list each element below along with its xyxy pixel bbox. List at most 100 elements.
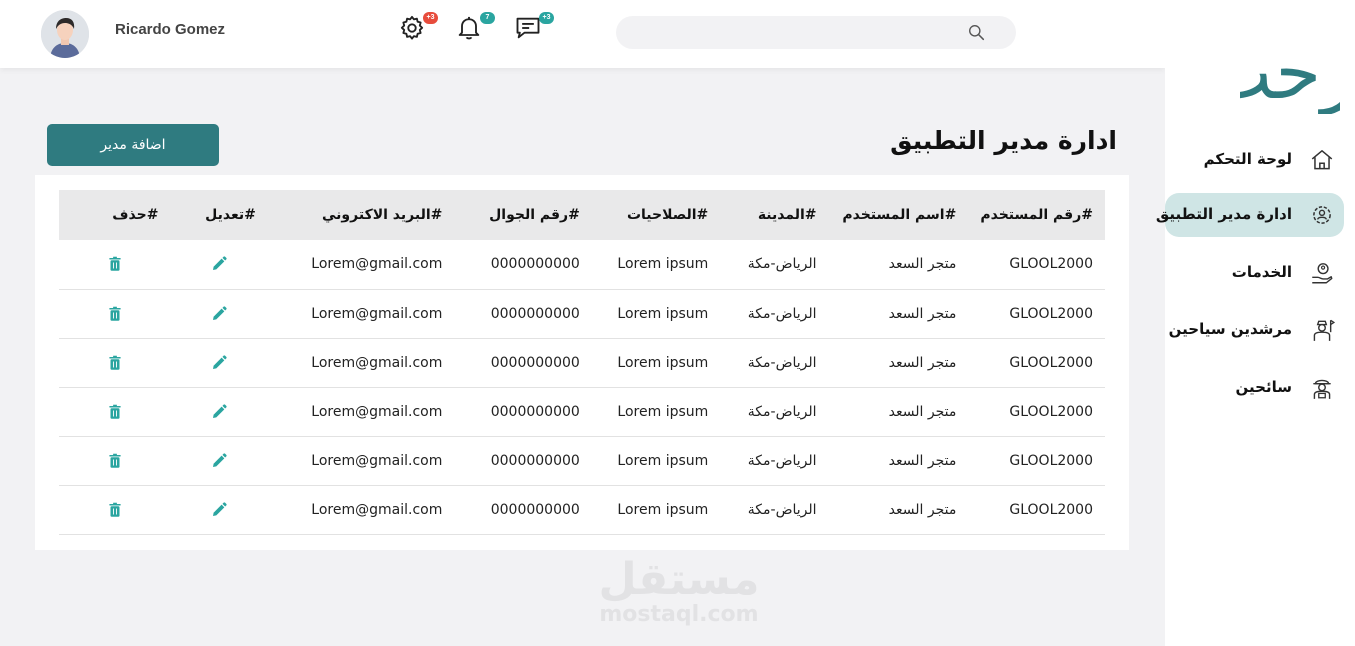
column-header-user-name[interactable]: #اسم المستخدم (829, 190, 969, 240)
table-row: GLOOL2000 متجر السعد الرياض-مكة Lorem ipsum… (59, 338, 1105, 387)
trash-icon[interactable] (106, 501, 124, 519)
cell-user-id: GLOOL2000 (1009, 403, 1093, 420)
column-header-permissions[interactable]: #الصلاحيات (592, 190, 720, 240)
trash-icon[interactable] (106, 305, 124, 323)
pencil-icon[interactable] (210, 354, 228, 372)
cell-permissions: Lorem ipsum (617, 305, 709, 322)
cell-user-name: متجر السعد (888, 305, 957, 322)
search-icon[interactable] (968, 24, 985, 41)
delete-cell (59, 485, 170, 534)
cell-user-name: متجر السعد (888, 354, 957, 371)
edit-cell (170, 387, 267, 436)
services-hand-icon (1312, 263, 1333, 284)
table-row: GLOOL2000 متجر السعد الرياض-مكة Lorem ipsum… (59, 485, 1105, 534)
admins-table: #رقم المستخدم #اسم المستخدم #المدينة #ال… (59, 190, 1105, 535)
cell-mobile: 0000000000 (490, 354, 580, 371)
cell-user-id: GLOOL2000 (1009, 354, 1093, 371)
pencil-icon[interactable] (210, 452, 228, 470)
cell-mobile: 0000000000 (490, 501, 580, 518)
sidebar-item-app-admin[interactable]: ادارة مدير التطبيق (1156, 193, 1344, 237)
cell-permissions: Lorem ipsum (617, 256, 709, 273)
table-row: GLOOL2000 متجر السعد الرياض-مكة Lorem ipsum… (59, 289, 1105, 338)
sidebar-item-tourists[interactable]: سائحين (1165, 366, 1344, 410)
logo-text: أرحب (1240, 24, 1340, 114)
cell-user-name: متجر السعد (888, 403, 957, 420)
sidebar-item-label: مرشدين سياحين (1168, 320, 1292, 338)
cell-email: Lorem@gmail.com (311, 256, 443, 273)
delete-cell (59, 387, 170, 436)
sidebar-item-label: الخدمات (1231, 263, 1292, 281)
sidebar-item-tour-guides[interactable]: مرشدين سياحين (1165, 308, 1344, 352)
cell-mobile: 0000000000 (490, 256, 580, 273)
column-header-mobile[interactable]: #رقم الجوال (454, 190, 591, 240)
add-admin-button[interactable]: اضافة مدير (47, 124, 219, 166)
cell-city: الرياض-مكة (747, 305, 817, 322)
tour-guide-icon (1313, 319, 1335, 341)
avatar-image (41, 10, 89, 58)
sidebar-item-label: لوحة التحكم (1203, 150, 1292, 168)
cell-mobile: 0000000000 (490, 403, 580, 420)
edit-cell (170, 485, 267, 534)
tourist-icon (1313, 379, 1331, 399)
cell-email: Lorem@gmail.com (311, 354, 443, 371)
cell-mobile: 0000000000 (490, 452, 580, 469)
cell-user-name: متجر السعد (888, 452, 957, 469)
trash-icon[interactable] (106, 354, 124, 372)
pencil-icon[interactable] (210, 403, 228, 421)
avatar[interactable] (41, 10, 89, 58)
cell-email: Lorem@gmail.com (311, 452, 443, 469)
sidebar-item-dashboard[interactable]: لوحة التحكم (1165, 138, 1344, 182)
delete-cell (59, 240, 170, 289)
delete-cell (59, 338, 170, 387)
pencil-icon[interactable] (210, 305, 228, 323)
cell-city: الرياض-مكة (747, 403, 817, 420)
column-header-email[interactable]: #البريد الاكتروني (268, 190, 454, 240)
cell-email: Lorem@gmail.com (311, 501, 443, 518)
sidebar: أرحب لوحة التحكم ادارة مدير التطبيق الخد… (1156, 0, 1355, 646)
user-name[interactable]: Ricardo Gomez (115, 21, 225, 38)
cell-permissions: Lorem ipsum (617, 452, 709, 469)
watermark: مستقل mostaql.com (596, 558, 762, 628)
messages-button[interactable]: +3 (514, 12, 554, 42)
cell-city: الرياض-مكة (747, 501, 817, 518)
edit-cell (170, 436, 267, 485)
top-header: Ricardo Gomez +3 7 +3 (0, 0, 1165, 68)
edit-cell (170, 240, 267, 289)
column-header-delete: #حذف (112, 207, 159, 223)
notifications-badge: 7 (480, 12, 495, 24)
sidebar-item-label: سائحين (1235, 378, 1292, 396)
cell-email: Lorem@gmail.com (311, 403, 443, 420)
column-header-city[interactable]: #المدينة (720, 190, 828, 240)
delete-cell (59, 289, 170, 338)
column-header-user-id[interactable]: #رقم المستخدم (968, 190, 1105, 240)
app-logo[interactable]: أرحب (1240, 14, 1340, 114)
messages-badge: +3 (539, 12, 554, 24)
settings-button[interactable]: +3 (398, 12, 438, 42)
cell-mobile: 0000000000 (490, 305, 580, 322)
trash-icon[interactable] (106, 452, 124, 470)
home-icon (1311, 150, 1333, 170)
page-title: ادارة مدير التطبيق (890, 126, 1117, 155)
cell-user-name: متجر السعد (888, 501, 957, 518)
cell-permissions: Lorem ipsum (617, 354, 709, 371)
edit-cell (170, 338, 267, 387)
sidebar-item-services[interactable]: الخدمات (1165, 251, 1344, 295)
watermark-arabic: مستقل (598, 554, 760, 605)
edit-cell (170, 289, 267, 338)
pencil-icon[interactable] (210, 501, 228, 519)
cell-permissions: Lorem ipsum (617, 403, 709, 420)
notifications-button[interactable]: 7 (455, 12, 495, 42)
delete-cell (59, 436, 170, 485)
settings-badge: +3 (423, 12, 438, 24)
admins-table-card: #رقم المستخدم #اسم المستخدم #المدينة #ال… (35, 175, 1129, 550)
pencil-icon[interactable] (210, 255, 228, 273)
cell-user-id: GLOOL2000 (1009, 305, 1093, 322)
cell-city: الرياض-مكة (747, 354, 817, 371)
trash-icon[interactable] (106, 403, 124, 421)
search-input[interactable] (616, 16, 1016, 49)
trash-icon[interactable] (106, 255, 124, 273)
sidebar-item-label: ادارة مدير التطبيق (1155, 205, 1292, 223)
bell-icon (458, 16, 480, 40)
admin-gear-icon (1313, 206, 1331, 224)
cell-permissions: Lorem ipsum (617, 501, 709, 518)
